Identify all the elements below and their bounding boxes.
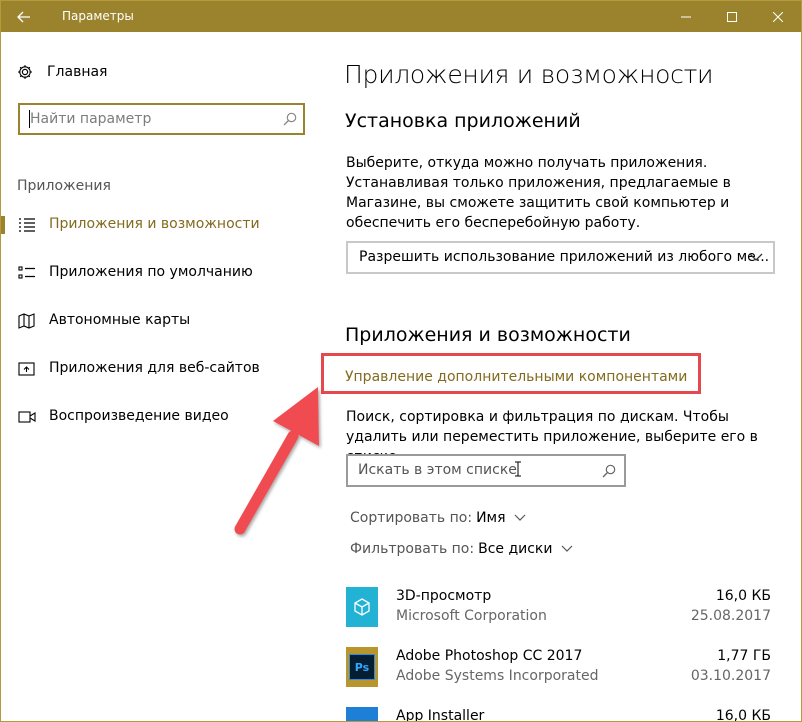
app-list-search-box[interactable]: Искать в этом списке bbox=[346, 454, 626, 487]
active-indicator bbox=[1, 216, 5, 234]
install-apps-description: Выберите, откуда можно получать приложен… bbox=[346, 155, 731, 231]
chevron-down-icon bbox=[561, 545, 573, 553]
sidebar-item-label: Воспроизведение видео bbox=[49, 408, 229, 424]
sidebar-item-web-apps[interactable]: Приложения для веб-сайтов bbox=[1, 350, 331, 388]
window-title: Параметры bbox=[62, 9, 134, 23]
maximize-button[interactable] bbox=[709, 1, 755, 32]
app-publisher: Microsoft Corporation bbox=[396, 608, 547, 624]
default-apps-icon bbox=[18, 266, 35, 279]
sidebar-item-offline-maps[interactable]: Автономные карты bbox=[1, 302, 331, 340]
app-size: 16,0 КБ bbox=[715, 708, 771, 722]
back-button[interactable] bbox=[1, 1, 47, 32]
sidebar-item-label: Приложения для веб-сайтов bbox=[49, 360, 260, 376]
photoshop-icon: Ps bbox=[346, 647, 378, 687]
apps-features-heading: Приложения и возможности bbox=[345, 324, 631, 346]
filter-control[interactable]: Фильтровать по: Все диски bbox=[350, 541, 573, 557]
search-icon[interactable] bbox=[283, 111, 297, 130]
sort-control[interactable]: Сортировать по: Имя bbox=[350, 510, 526, 526]
app-installer-icon bbox=[346, 707, 378, 721]
app-list-search-placeholder: Искать в этом списке bbox=[358, 462, 517, 478]
settings-window: Параметры Главная Найти параметр Приложе… bbox=[0, 0, 802, 722]
sidebar-item-label: Приложения по умолчанию bbox=[49, 264, 253, 280]
sort-label: Сортировать по: bbox=[350, 510, 473, 526]
app-name: 3D-просмотр bbox=[396, 588, 492, 604]
minimize-icon bbox=[681, 16, 691, 17]
sidebar: Главная Приложения Приложения и возможно… bbox=[1, 32, 331, 721]
app-list-item[interactable]: Ps Adobe Photoshop CC 2017 Adobe Systems… bbox=[346, 645, 786, 691]
app-list-item[interactable]: App Installer 16,0 КБ bbox=[346, 705, 786, 722]
home-nav[interactable]: Главная bbox=[17, 64, 107, 80]
close-icon bbox=[773, 11, 783, 22]
manage-optional-features-link[interactable]: Управление дополнительными компонентами bbox=[345, 369, 687, 385]
filter-label: Фильтровать по: bbox=[350, 541, 475, 557]
text-cursor-icon bbox=[515, 461, 521, 477]
app-size: 1,77 ГБ bbox=[717, 648, 771, 664]
settings-search-box[interactable] bbox=[18, 103, 305, 135]
minimize-button[interactable] bbox=[663, 1, 709, 32]
app-name: Adobe Photoshop CC 2017 bbox=[396, 648, 583, 664]
sidebar-item-video-playback[interactable]: Воспроизведение видео bbox=[1, 398, 331, 436]
app-source-dropdown[interactable]: Разрешить использование приложений из лю… bbox=[346, 241, 775, 274]
sidebar-item-default-apps[interactable]: Приложения по умолчанию bbox=[1, 254, 331, 292]
sidebar-item-apps-features[interactable]: Приложения и возможности bbox=[1, 206, 331, 244]
settings-search-input[interactable] bbox=[30, 110, 270, 128]
title-bar: Параметры bbox=[1, 1, 801, 32]
sidebar-section-label: Приложения bbox=[17, 178, 111, 194]
close-button[interactable] bbox=[755, 1, 801, 32]
filter-value: Все диски bbox=[478, 541, 553, 557]
chevron-down-icon bbox=[749, 253, 763, 261]
web-apps-icon bbox=[18, 362, 35, 376]
sidebar-item-label: Автономные карты bbox=[49, 312, 191, 328]
page-title: Приложения и возможности bbox=[344, 60, 714, 89]
home-label: Главная bbox=[47, 64, 108, 80]
install-apps-heading: Установка приложений bbox=[345, 110, 581, 132]
app-publisher: Adobe Systems Incorporated bbox=[396, 668, 599, 684]
app-date: 03.10.2017 bbox=[690, 668, 771, 684]
app-size: 16,0 КБ bbox=[715, 588, 771, 604]
app-list-item[interactable]: 3D-просмотр Microsoft Corporation 16,0 К… bbox=[346, 585, 786, 631]
gear-icon bbox=[18, 65, 32, 79]
sidebar-item-label: Приложения и возможности bbox=[49, 216, 260, 232]
main-panel: Приложения и возможности Установка прило… bbox=[321, 32, 801, 722]
back-arrow-icon bbox=[17, 11, 30, 22]
video-icon bbox=[18, 411, 36, 423]
list-icon bbox=[19, 218, 35, 232]
app-name: App Installer bbox=[396, 708, 485, 722]
app-date: 25.08.2017 bbox=[690, 608, 771, 624]
dropdown-selected-value: Разрешить использование приложений из лю… bbox=[359, 249, 770, 265]
sort-value: Имя bbox=[476, 510, 506, 526]
search-icon[interactable] bbox=[602, 463, 616, 482]
map-icon bbox=[18, 313, 35, 329]
3d-viewer-icon bbox=[346, 587, 378, 627]
maximize-icon bbox=[727, 11, 737, 22]
chevron-down-icon bbox=[514, 514, 526, 522]
